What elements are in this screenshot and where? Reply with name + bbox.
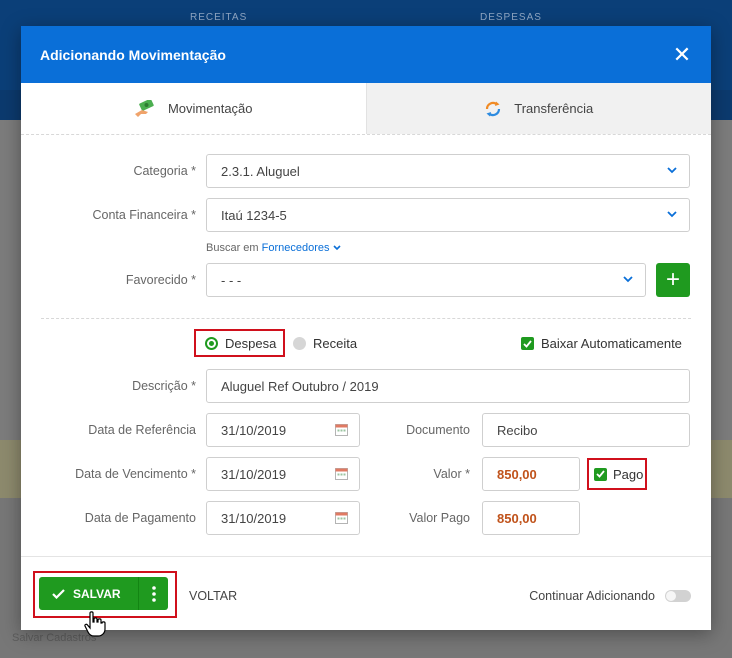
background-tab-receitas: RECEITAS xyxy=(190,12,248,23)
favorecido-select[interactable]: - - - xyxy=(206,263,646,297)
checkbox-checked-icon xyxy=(521,337,534,350)
radio-receita-label: Receita xyxy=(313,336,358,351)
descricao-value: Aluguel Ref Outubro / 2019 xyxy=(221,378,379,394)
data-referencia-label: Data de Referência xyxy=(88,423,196,437)
data-vencimento-label: Data de Vencimento * xyxy=(75,467,196,481)
money-hand-icon xyxy=(134,99,156,118)
data-referencia-value: 31/10/2019 xyxy=(221,422,287,438)
save-button-group: SALVAR xyxy=(39,577,168,610)
pago-checkbox[interactable]: Pago xyxy=(587,458,647,490)
add-movement-modal: Adicionando Movimentação ✕ Movimentação xyxy=(21,26,711,637)
search-in-prefix: Buscar em xyxy=(206,242,259,254)
data-pagamento-label: Data de Pagamento xyxy=(84,511,196,525)
calendar-icon[interactable] xyxy=(335,423,348,439)
descricao-input[interactable]: Aluguel Ref Outubro / 2019 xyxy=(206,369,690,403)
categoria-label: Categoria * xyxy=(133,164,196,178)
documento-input[interactable]: Recibo xyxy=(482,413,690,447)
modal-footer: SALVAR VOLTAR Continuar Adicionando xyxy=(21,556,711,637)
transfer-arrows-icon xyxy=(484,100,502,118)
hand-cursor-icon xyxy=(84,611,106,637)
back-button[interactable]: VOLTAR xyxy=(189,589,237,603)
calendar-icon[interactable] xyxy=(335,511,348,527)
data-referencia-input[interactable]: 31/10/2019 xyxy=(206,413,360,447)
checkbox-checked-icon xyxy=(594,467,607,481)
tab-movimentacao-label: Movimentação xyxy=(167,101,253,116)
data-vencimento-input[interactable]: 31/10/2019 xyxy=(206,457,360,491)
categoria-value: 2.3.1. Aluguel xyxy=(221,163,300,179)
conta-select[interactable]: Itaú 1234-5 xyxy=(206,198,690,232)
save-button[interactable]: SALVAR xyxy=(39,577,138,610)
radio-despesa-label: Despesa xyxy=(225,335,277,351)
categoria-select[interactable]: 2.3.1. Aluguel xyxy=(206,154,690,188)
continue-adding-label: Continuar Adicionando xyxy=(529,589,655,603)
tab-bar: Movimentação Transferência xyxy=(21,83,711,135)
chevron-down-icon xyxy=(667,167,677,174)
more-vertical-icon xyxy=(151,585,156,602)
radio-selected-icon xyxy=(205,336,218,350)
tab-movimentacao[interactable]: Movimentação xyxy=(21,83,366,134)
modal-header: Adicionando Movimentação ✕ xyxy=(21,26,711,83)
calendar-icon[interactable] xyxy=(335,467,348,483)
radio-unselected-icon xyxy=(293,337,306,350)
form-divider xyxy=(41,318,691,319)
valor-input[interactable]: 850,00 xyxy=(482,457,580,491)
continue-adding-toggle[interactable] xyxy=(665,590,691,602)
favorecido-value: - - - xyxy=(221,272,242,288)
baixar-automaticamente-label: Baixar Automaticamente xyxy=(541,336,682,351)
documento-label: Documento xyxy=(406,423,470,437)
movement-form: Categoria * 2.3.1. Aluguel Conta Finance… xyxy=(21,135,711,555)
save-options-button[interactable] xyxy=(138,577,168,610)
descricao-label: Descrição * xyxy=(132,379,196,393)
add-favorecido-button[interactable]: + xyxy=(656,263,690,297)
modal-title: Adicionando Movimentação xyxy=(40,46,226,63)
chevron-down-icon xyxy=(667,211,677,218)
continue-adding: Continuar Adicionando xyxy=(529,589,691,603)
valor-value: 850,00 xyxy=(497,466,537,482)
conta-value: Itaú 1234-5 xyxy=(221,207,287,223)
conta-label: Conta Financeira * xyxy=(92,208,196,222)
search-in-helper: Buscar em Fornecedores xyxy=(206,242,341,254)
valor-pago-label: Valor Pago xyxy=(409,511,470,525)
valor-pago-input[interactable]: 850,00 xyxy=(482,501,580,535)
valor-pago-value: 850,00 xyxy=(497,510,537,526)
data-pagamento-value: 31/10/2019 xyxy=(221,510,287,526)
save-button-label: SALVAR xyxy=(73,586,121,601)
favorecido-label: Favorecido * xyxy=(125,273,196,287)
data-pagamento-input[interactable]: 31/10/2019 xyxy=(206,501,360,535)
baixar-automaticamente-checkbox[interactable]: Baixar Automaticamente xyxy=(521,336,682,351)
documento-value: Recibo xyxy=(497,422,538,438)
check-icon xyxy=(52,588,65,599)
background-tab-despesas: DESPESAS xyxy=(480,12,542,23)
search-in-fornecedores-link[interactable]: Fornecedores xyxy=(262,242,341,254)
tab-transferencia[interactable]: Transferência xyxy=(365,83,711,134)
pago-label: Pago xyxy=(613,466,644,482)
chevron-down-icon xyxy=(623,276,633,283)
radio-despesa[interactable]: Despesa xyxy=(194,329,285,357)
data-vencimento-value: 31/10/2019 xyxy=(221,466,287,482)
radio-receita[interactable]: Receita xyxy=(293,336,357,351)
plus-icon: + xyxy=(665,266,680,293)
valor-label: Valor * xyxy=(433,467,470,481)
chevron-down-icon xyxy=(333,245,341,251)
tab-transferencia-label: Transferência xyxy=(514,101,594,116)
close-icon[interactable]: ✕ xyxy=(672,43,692,66)
